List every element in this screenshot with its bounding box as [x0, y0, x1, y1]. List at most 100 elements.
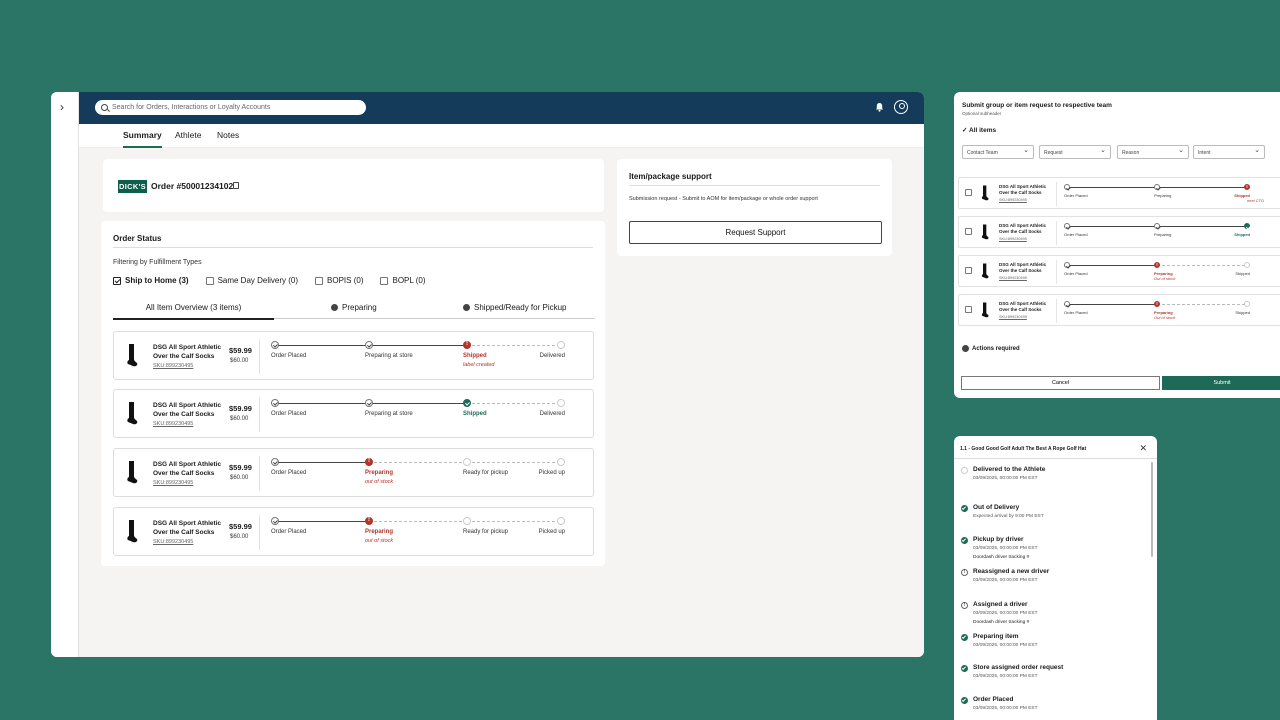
close-icon[interactable]: ✕ — [1139, 443, 1147, 454]
divider — [954, 458, 1157, 459]
item-sku[interactable]: SKU:899230495 — [153, 421, 193, 427]
copy-icon[interactable] — [233, 182, 239, 189]
request-support-button[interactable]: Request Support — [629, 221, 882, 244]
filter-label-text: BOPIS (0) — [327, 276, 364, 285]
progress-step-icon — [365, 517, 373, 525]
progress-step-icon — [557, 399, 565, 407]
checkbox[interactable] — [315, 276, 324, 285]
checkbox[interactable] — [205, 276, 214, 285]
cancel-button[interactable]: Cancel — [961, 376, 1160, 390]
filter-bopl[interactable]: BOPL (0) — [380, 276, 426, 285]
checkbox-checked[interactable] — [113, 276, 121, 285]
row-checkbox[interactable] — [965, 306, 972, 313]
item-sku[interactable]: SKU:899230495 — [153, 539, 193, 545]
item-name: DSG All Sport Athletic Over the Calf Soc… — [153, 344, 222, 360]
scrollbar[interactable] — [1151, 462, 1153, 557]
item-row[interactable]: DSG All Sport Athletic Over the Calf Soc… — [113, 389, 594, 438]
tab-summary[interactable]: Summary — [123, 130, 162, 148]
progress-segment — [271, 345, 369, 346]
event-date: 03/09/2025, 00:00:00 PM EST — [973, 476, 1038, 481]
empty-circle-icon — [961, 467, 968, 474]
filter-label-text: Same Day Delivery (0) — [217, 276, 299, 285]
warning-icon — [961, 569, 968, 576]
reason-dropdown[interactable]: Reason — [1117, 145, 1189, 159]
item-row[interactable]: DSG All Sport Athletic Over the Calf Soc… — [113, 507, 594, 556]
progress-step-icon — [1064, 301, 1070, 307]
item-row[interactable]: DSG All Sport Athletic Over the Calf Soc… — [113, 331, 594, 380]
sock-product-image — [981, 185, 989, 201]
subtab-shipped[interactable]: Shipped/Ready for Pickup — [463, 303, 567, 312]
event-date: 03/09/2025, 00:00:00 PM EST — [973, 578, 1038, 583]
item-row[interactable]: DSG All Sport Athletic Over the Calf Soc… — [113, 448, 594, 497]
item-name: DSG All Sport Athletic Over the Calf Soc… — [999, 301, 1047, 312]
divider — [259, 339, 260, 374]
support-card: Item/package support Submission request … — [617, 159, 892, 256]
request-item-row[interactable]: DSG All Sport Athletic Over the Calf Soc… — [958, 177, 1280, 209]
chevron-right-icon[interactable]: › — [60, 101, 64, 113]
event-title: Delivered to the Athlete — [973, 466, 1046, 473]
row-checkbox[interactable] — [965, 228, 972, 235]
item-sku[interactable]: SKU:899230495 — [153, 363, 193, 369]
side-rail: › — [51, 92, 79, 657]
submit-button[interactable]: Submit — [1162, 376, 1280, 390]
progress-segment — [369, 345, 467, 346]
checkbox[interactable] — [380, 276, 389, 285]
user-account-icon[interactable] — [894, 100, 908, 114]
tab-notes[interactable]: Notes — [217, 130, 239, 146]
request-item-row[interactable]: DSG All Sport Athletic Over the Calf Soc… — [958, 216, 1280, 248]
sock-product-image — [127, 402, 138, 425]
request-panel-subtitle: Optional subheader — [962, 111, 1002, 116]
progress-segment — [467, 521, 565, 522]
intent-dropdown[interactable]: Intent — [1193, 145, 1265, 159]
progress-step-label: Preparing at store — [365, 411, 413, 417]
item-name: DSG All Sport Athletic Over the Calf Soc… — [999, 184, 1047, 195]
check-circle-icon — [463, 304, 470, 311]
filter-bopis[interactable]: BOPIS (0) — [315, 276, 363, 285]
event-date: 03/09/2025, 00:00:00 PM EST — [973, 706, 1038, 711]
progress-step-icon — [1154, 301, 1160, 307]
row-checkbox[interactable] — [965, 189, 972, 196]
item-sku[interactable]: SKU:899230495 — [999, 237, 1027, 241]
filter-same-day[interactable]: Same Day Delivery (0) — [205, 276, 299, 285]
event-title: Order Placed — [973, 696, 1014, 703]
progress-step-note: next CTO — [1247, 198, 1265, 203]
sock-product-image — [127, 461, 138, 484]
item-price: $59.99 — [229, 522, 252, 531]
filter-ship-to-home[interactable]: Ship to Home (3) — [113, 276, 189, 285]
request-item-row[interactable]: DSG All Sport Athletic Over the Calf Soc… — [958, 255, 1280, 287]
subtab-preparing[interactable]: Preparing — [331, 303, 377, 312]
divider — [259, 397, 260, 432]
event-title: Pickup by driver — [973, 536, 1024, 543]
tab-athlete[interactable]: Athlete — [175, 130, 201, 146]
progress-step-icon — [1064, 184, 1070, 190]
item-original-price: $60.00 — [230, 358, 249, 364]
item-sku[interactable]: SKU:899230495 — [999, 276, 1027, 280]
filter-label-text: BOPL (0) — [392, 276, 426, 285]
progress-step-label: Delivered — [539, 411, 565, 417]
progress-step-label: Shipped — [1235, 310, 1250, 315]
request-dropdown[interactable]: Request — [1039, 145, 1111, 159]
subtab-all-items[interactable]: All Item Overview (3 items) — [113, 303, 274, 320]
search-icon — [101, 104, 108, 111]
item-history-panel: 1.1 - Good Good Golf Adult The Best A Ro… — [954, 436, 1157, 720]
progress-step-label: Order Placed — [1064, 232, 1088, 237]
progress-segment — [1157, 226, 1250, 227]
event-title: Assigned a driver — [973, 601, 1028, 608]
item-sku[interactable]: SKU:899230495 — [999, 198, 1027, 202]
request-item-row[interactable]: DSG All Sport Athletic Over the Calf Soc… — [958, 294, 1280, 326]
search-input[interactable]: Search for Orders, Interactions or Loyal… — [95, 100, 366, 115]
subtab-label: Preparing — [342, 303, 377, 312]
item-sku[interactable]: SKU:899230495 — [153, 480, 193, 486]
progress-step-note: out of stock — [365, 479, 394, 485]
actions-label: Actions required — [972, 345, 1020, 352]
clock-icon — [331, 304, 338, 311]
bell-icon[interactable] — [875, 102, 884, 112]
progress-segment — [369, 462, 467, 463]
check-circle-icon — [961, 665, 968, 672]
item-sku[interactable]: SKU:899230495 — [999, 315, 1027, 319]
progress-step-label: Shipped — [463, 411, 487, 417]
row-checkbox[interactable] — [965, 267, 972, 274]
contact-team-dropdown[interactable]: Contact Team — [962, 145, 1034, 159]
all-items-toggle[interactable]: ✓ All items — [962, 126, 996, 134]
item-progress-tracker: Order Placed Preparing at store Shipped lab… — [271, 341, 565, 368]
